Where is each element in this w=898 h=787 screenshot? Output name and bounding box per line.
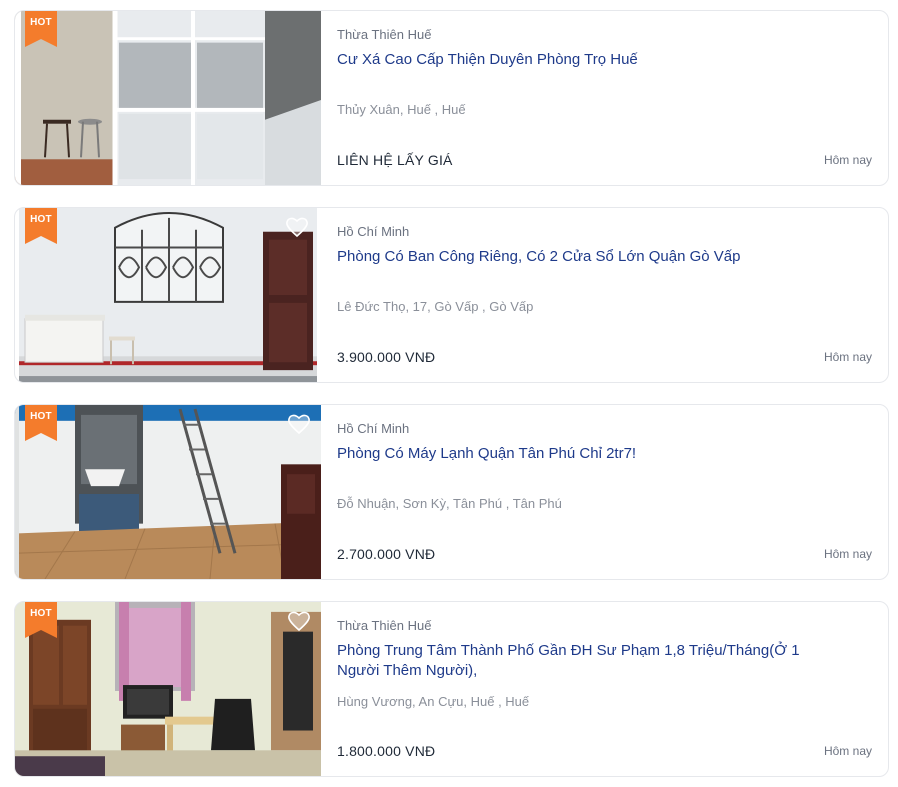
listing-price: 1.800.000 VNĐ [337, 743, 436, 759]
listing-photo[interactable] [15, 602, 321, 776]
listing-photo[interactable] [15, 11, 321, 185]
listing-region: Thừa Thiên Huế [337, 27, 432, 42]
listing-address: Lê Đức Thọ, 17, Gò Vấp , Gò Vấp [337, 299, 534, 314]
hot-ribbon-icon: HOT [25, 405, 57, 441]
listing-region: Hồ Chí Minh [337, 224, 410, 239]
hot-ribbon-icon: HOT [25, 208, 57, 244]
listing-price: 2.700.000 VNĐ [337, 546, 436, 562]
listing-address: Hùng Vương, An Cựu, Huế , Huế [337, 694, 530, 709]
listing-address: Thủy Xuân, Huế , Huế [337, 102, 466, 117]
listing-title-link[interactable]: Phòng Có Ban Công Riêng, Có 2 Cửa Sổ Lớn… [337, 247, 832, 267]
hot-label: HOT [30, 608, 52, 619]
listing-price: LIÊN HỆ LẤY GIÁ [337, 152, 453, 168]
heart-icon[interactable] [285, 216, 309, 238]
hot-label: HOT [30, 17, 52, 28]
listing-card[interactable]: HOT Thừa Thiên Huế Phòng Trung Tâm Thành… [14, 601, 889, 777]
heart-icon[interactable] [287, 413, 311, 435]
listing-card[interactable]: HOT Thừa Thiên Huế Cư Xá Cao Cấp Thiện D… [14, 10, 889, 186]
listing-title-link[interactable]: Phòng Trung Tâm Thành Phố Gần ĐH Sư Phạm… [337, 641, 832, 681]
listing-photo[interactable] [15, 405, 321, 579]
hot-label: HOT [30, 214, 52, 225]
listing-address: Đỗ Nhuận, Sơn Kỳ, Tân Phú , Tân Phú [337, 496, 562, 511]
listing-info: Thừa Thiên Huế Cư Xá Cao Cấp Thiện Duyên… [337, 11, 872, 185]
hot-ribbon-icon: HOT [25, 602, 57, 638]
listing-card[interactable]: HOT Hồ Chí Minh Phòng Có Ban Công Riêng,… [14, 207, 889, 383]
listing-info: Hồ Chí Minh Phòng Có Ban Công Riêng, Có … [337, 208, 872, 382]
listing-posted-time: Hôm nay [823, 350, 872, 364]
hot-label: HOT [30, 411, 52, 422]
listing-title-link[interactable]: Phòng Có Máy Lạnh Quận Tân Phú Chỉ 2tr7! [337, 444, 832, 464]
listing-photo[interactable] [19, 208, 317, 382]
listing-posted-time: Hôm nay [823, 547, 872, 561]
heart-icon[interactable] [287, 610, 311, 632]
hot-ribbon-icon: HOT [25, 11, 57, 47]
listing-info: Thừa Thiên Huế Phòng Trung Tâm Thành Phố… [337, 602, 872, 776]
listing-card[interactable]: HOT Hồ Chí Minh Phòng Có Máy Lạnh Quận T… [14, 404, 889, 580]
listing-posted-time: Hôm nay [823, 153, 872, 167]
listing-posted-time: Hôm nay [823, 744, 872, 758]
listing-region: Thừa Thiên Huế [337, 618, 432, 633]
listing-title-link[interactable]: Cư Xá Cao Cấp Thiện Duyên Phòng Trọ Huế [337, 50, 832, 70]
listing-info: Hồ Chí Minh Phòng Có Máy Lạnh Quận Tân P… [337, 405, 872, 579]
listing-price: 3.900.000 VNĐ [337, 349, 436, 365]
listing-region: Hồ Chí Minh [337, 421, 410, 436]
